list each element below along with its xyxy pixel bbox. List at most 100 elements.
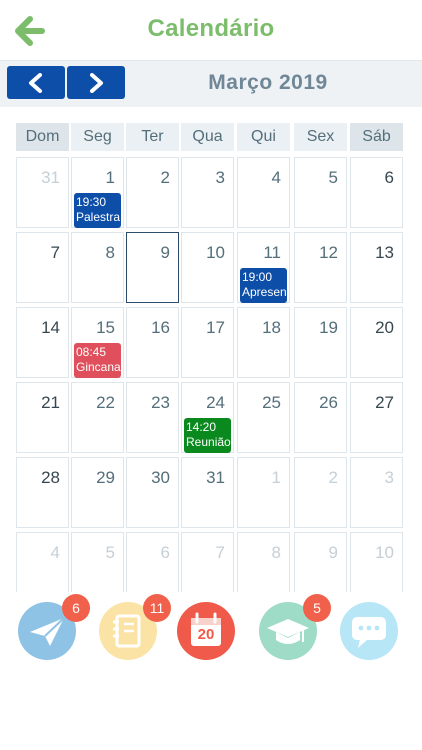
- education-tab[interactable]: 5: [259, 594, 331, 660]
- day-cell[interactable]: 21: [16, 382, 69, 453]
- day-cell[interactable]: 12: [294, 232, 347, 303]
- event-time: 08:45: [76, 345, 107, 359]
- day-cell[interactable]: 1: [237, 457, 290, 528]
- day-number: 19: [319, 318, 338, 337]
- chevron-left-icon: [29, 73, 42, 93]
- day-number: 28: [41, 468, 60, 487]
- next-month-button[interactable]: [67, 66, 125, 99]
- top-bar: Calendário: [0, 0, 422, 60]
- day-cell[interactable]: 17: [181, 307, 234, 378]
- event-title: Reunião: [186, 435, 231, 449]
- calendar-date-label: 20: [197, 626, 215, 643]
- day-cell[interactable]: 4: [237, 157, 290, 228]
- day-cell[interactable]: 28: [16, 457, 69, 528]
- day-cell[interactable]: 3: [350, 457, 403, 528]
- day-cell[interactable]: 14: [16, 307, 69, 378]
- day-cell[interactable]: 3: [181, 157, 234, 228]
- day-number: 29: [96, 468, 115, 487]
- day-number: 10: [206, 243, 225, 262]
- event-time: 19:00: [242, 270, 273, 284]
- day-cell[interactable]: 20: [350, 307, 403, 378]
- notebook-tab[interactable]: 11: [99, 594, 171, 660]
- day-cell[interactable]: 6: [350, 157, 403, 228]
- day-cell[interactable]: 11 19:00 Apresen: [237, 232, 290, 303]
- day-cell[interactable]: 5: [294, 157, 347, 228]
- day-number: 6: [384, 168, 394, 187]
- event-time: 19:30: [76, 195, 107, 209]
- day-number: 21: [41, 393, 60, 412]
- day-cell[interactable]: 27: [350, 382, 403, 453]
- day-number: 4: [50, 543, 60, 562]
- event-item[interactable]: 19:00 Apresen: [240, 268, 287, 303]
- chevron-right-icon: [90, 73, 103, 93]
- day-cell[interactable]: 8: [71, 232, 124, 303]
- day-cell[interactable]: 15 08:45 Gincana: [71, 307, 124, 378]
- day-cell[interactable]: 19: [294, 307, 347, 378]
- day-number: 23: [151, 393, 170, 412]
- weekday-header: Ter: [126, 123, 179, 151]
- bottom-tab-bar: 6 11 20 5: [0, 592, 422, 750]
- day-number: 4: [271, 168, 281, 187]
- day-cell[interactable]: 16: [126, 307, 179, 378]
- day-cell[interactable]: 26: [294, 382, 347, 453]
- day-cell[interactable]: 2: [294, 457, 347, 528]
- day-number: 2: [328, 468, 338, 487]
- day-cell[interactable]: 22: [71, 382, 124, 453]
- chat-bubble-icon: [352, 617, 386, 648]
- day-number: 2: [160, 168, 170, 187]
- day-cell[interactable]: 10: [181, 232, 234, 303]
- calendar: Março 2019 Dom Seg Ter Qua Qui Sex Sáb 31 1 19:30…: [0, 60, 422, 603]
- day-cell[interactable]: 30: [126, 457, 179, 528]
- day-number: 15: [96, 318, 115, 337]
- event-item[interactable]: 08:45 Gincana: [74, 343, 121, 378]
- day-cell[interactable]: 25: [237, 382, 290, 453]
- day-number: 1: [105, 168, 115, 187]
- day-number: 1: [271, 468, 281, 487]
- day-number: 30: [151, 468, 170, 487]
- day-number: 31: [41, 168, 60, 187]
- event-item[interactable]: 14:20 Reunião: [184, 418, 231, 453]
- day-cell[interactable]: 29: [71, 457, 124, 528]
- day-number: 7: [50, 243, 60, 262]
- calendar-tab[interactable]: 20: [177, 602, 235, 660]
- day-number: 7: [215, 543, 225, 562]
- weekday-header: Sáb: [350, 123, 403, 151]
- day-cell[interactable]: 7: [16, 232, 69, 303]
- day-cell[interactable]: 24 14:20 Reunião: [181, 382, 234, 453]
- day-number: 9: [328, 543, 338, 562]
- event-time: 14:20: [186, 420, 217, 434]
- page-title: Calendário: [147, 15, 275, 42]
- day-number: 13: [375, 243, 394, 262]
- day-cell[interactable]: 1 19:30 Palestra: [71, 157, 124, 228]
- day-number: 6: [160, 543, 170, 562]
- day-number: 14: [41, 318, 60, 337]
- weekday-header: Dom: [16, 123, 69, 151]
- day-number: 5: [328, 168, 338, 187]
- day-cell[interactable]: 13: [350, 232, 403, 303]
- day-number: 22: [96, 393, 115, 412]
- weekday-header: Sex: [294, 123, 347, 151]
- day-number: 25: [262, 393, 281, 412]
- day-number: 18: [262, 318, 281, 337]
- notification-badge: 5: [303, 594, 331, 622]
- day-number: 27: [375, 393, 394, 412]
- day-cell[interactable]: 31: [181, 457, 234, 528]
- day-cell[interactable]: 23: [126, 382, 179, 453]
- day-cell[interactable]: 18: [237, 307, 290, 378]
- notification-badge: 11: [143, 594, 171, 622]
- weekday-header: Qui: [237, 123, 290, 151]
- day-cell[interactable]: 2: [126, 157, 179, 228]
- previous-month-button[interactable]: [7, 66, 65, 99]
- day-number: 16: [151, 318, 170, 337]
- month-navigation: Março 2019: [0, 61, 422, 107]
- messages-tab[interactable]: 6: [18, 594, 90, 660]
- day-cell[interactable]: 31: [16, 157, 69, 228]
- day-number: 3: [215, 168, 225, 187]
- chat-tab[interactable]: [340, 602, 398, 660]
- day-number: 9: [160, 243, 170, 262]
- day-number: 11: [263, 243, 281, 262]
- day-number: 8: [271, 543, 281, 562]
- event-item[interactable]: 19:30 Palestra: [74, 193, 121, 228]
- notification-badge: 6: [62, 594, 90, 622]
- day-cell-today[interactable]: 9: [126, 232, 179, 303]
